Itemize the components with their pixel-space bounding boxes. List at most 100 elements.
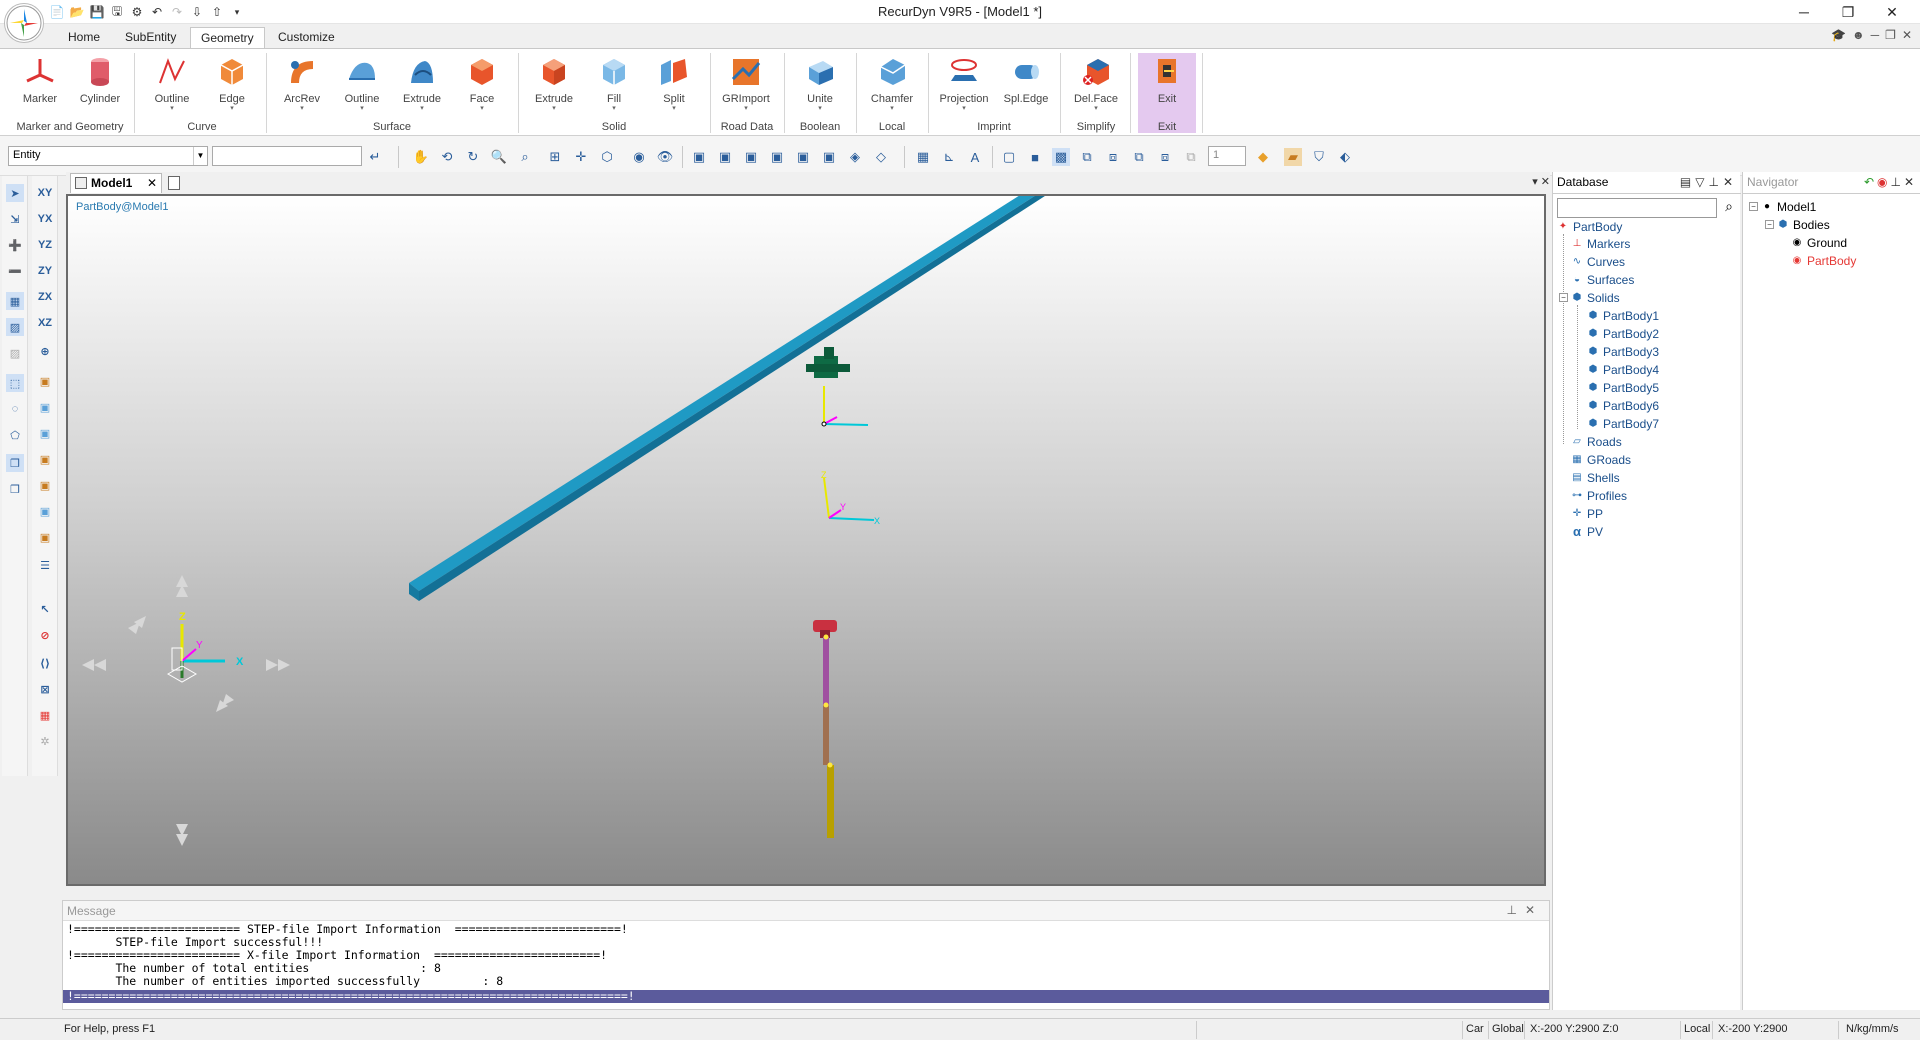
tree-item-markers[interactable]: ⊥ Markers: [1571, 235, 1631, 252]
view-xz-icon[interactable]: XZ: [36, 314, 54, 332]
measure-icon[interactable]: ⊾: [940, 148, 958, 166]
tree-item-partbody2[interactable]: ⬢ PartBody2: [1587, 325, 1659, 342]
database-search-input[interactable]: [1557, 198, 1717, 218]
search-icon[interactable]: ⌕: [1719, 198, 1739, 218]
tab-subentity[interactable]: SubEntity: [115, 27, 186, 48]
view-yz-icon[interactable]: YZ: [36, 236, 54, 254]
ribbon-close-icon[interactable]: ✕: [1902, 28, 1912, 42]
pick-delete-icon[interactable]: ⊘: [36, 626, 54, 644]
solids-collapse-toggle[interactable]: −: [1559, 293, 1568, 302]
view-right-icon[interactable]: ▣: [768, 148, 786, 166]
tab-home[interactable]: Home: [58, 27, 110, 48]
page-number-spinner[interactable]: 1: [1208, 146, 1246, 166]
polygon-select-icon[interactable]: ⬠: [6, 426, 24, 444]
hidden-line-icon[interactable]: ⧉: [1078, 148, 1096, 166]
zoom-icon[interactable]: 🔍: [490, 148, 508, 166]
tree-item-partbody6[interactable]: ⬢ PartBody6: [1587, 397, 1659, 414]
nav-item-partbody[interactable]: ◉ PartBody: [1791, 252, 1857, 269]
chamfer-button[interactable]: Chamfer ▾: [866, 55, 918, 127]
fill-button[interactable]: Fill ▾: [588, 55, 640, 127]
arcrev-button[interactable]: ArcRev ▾: [276, 55, 328, 127]
fit-all-icon[interactable]: ⊞: [546, 148, 564, 166]
text-label-icon[interactable]: A: [966, 148, 984, 166]
beam-body[interactable]: [409, 196, 1048, 601]
tree-item-groads[interactable]: ▦ GRoads: [1571, 451, 1631, 468]
shield-view-icon[interactable]: ⛉: [1310, 148, 1328, 166]
view-front-icon[interactable]: ▣: [690, 148, 708, 166]
restore-button[interactable]: ❐: [1826, 0, 1870, 24]
new-document-icon[interactable]: [168, 176, 180, 190]
bracket-body[interactable]: [806, 347, 850, 378]
select-pointer-icon[interactable]: ➤: [6, 184, 24, 202]
close-window-button[interactable]: ✕: [1870, 0, 1914, 24]
view-yx-icon[interactable]: YX: [36, 210, 54, 228]
view-nav-arrows[interactable]: [82, 575, 290, 846]
ribbon-minimize-icon[interactable]: ─: [1871, 28, 1880, 42]
clip-plane-icon[interactable]: ⬖: [1336, 148, 1354, 166]
box-left-icon[interactable]: ▣: [36, 424, 54, 442]
view-origin-icon[interactable]: ⊕: [36, 342, 54, 360]
material-icon[interactable]: ▰: [1284, 148, 1302, 166]
shaded-icon[interactable]: ■: [1026, 148, 1044, 166]
view-bottom-icon[interactable]: ▣: [820, 148, 838, 166]
document-tab-controls[interactable]: ▾ ✕: [1532, 175, 1550, 188]
layers-select-icon[interactable]: ❐: [6, 454, 24, 472]
tree-item-profiles[interactable]: ⊶ Profiles: [1571, 487, 1627, 504]
view-left-icon[interactable]: ▣: [742, 148, 760, 166]
tree-item-partbody3[interactable]: ⬢ PartBody3: [1587, 343, 1659, 360]
graduation-cap-icon[interactable]: 🎓: [1831, 28, 1846, 42]
grimport-button[interactable]: GRImport ▾: [720, 55, 772, 127]
render-mode-icon[interactable]: ◉: [630, 148, 648, 166]
tree-item-partbody7[interactable]: ⬢ PartBody7: [1587, 415, 1659, 432]
document-tab-model1[interactable]: Model1 ✕: [70, 173, 162, 193]
tree-item-shells[interactable]: ▤ Shells: [1571, 469, 1619, 486]
settings-gear-icon[interactable]: ✲: [36, 732, 54, 750]
tree-item-partbody1[interactable]: ⬢ PartBody1: [1587, 307, 1659, 324]
new-file-icon[interactable]: 📄: [48, 3, 66, 21]
zoom-window-icon[interactable]: ⌕: [516, 148, 534, 166]
tree-item-curves[interactable]: ∿ Curves: [1571, 253, 1625, 270]
tree-item-roads[interactable]: ▱ Roads: [1571, 433, 1622, 450]
tree-item-partbody4[interactable]: ⬢ PartBody4: [1587, 361, 1659, 378]
surface-outline-button[interactable]: Outline ▾: [336, 55, 388, 127]
tools-icon[interactable]: ⚙: [128, 3, 146, 21]
curve-outline-button[interactable]: Outline ▾: [146, 55, 198, 127]
nav-item-ground[interactable]: ◉ Ground: [1791, 234, 1847, 251]
transparency-icon[interactable]: ⧈: [1104, 148, 1122, 166]
del-face-button[interactable]: Del.Face ▾: [1070, 55, 1122, 127]
fit-brackets-icon[interactable]: ⟨⟩: [36, 654, 54, 672]
grid-icon[interactable]: ▦: [914, 148, 932, 166]
solid-extrude-button[interactable]: Extrude ▾: [528, 55, 580, 127]
tab-customize[interactable]: Customize: [268, 27, 345, 48]
rotate-icon[interactable]: ⟲: [438, 148, 456, 166]
enter-icon[interactable]: ↵: [366, 148, 384, 166]
wireframe-icon[interactable]: ▢: [1000, 148, 1018, 166]
undo-icon[interactable]: ↶: [148, 3, 166, 21]
select-body-icon[interactable]: ▨: [6, 318, 24, 336]
bodies-collapse-toggle[interactable]: −: [1765, 220, 1774, 229]
projection-button[interactable]: Projection ▾: [938, 55, 990, 127]
nav-item-bodies[interactable]: ⬢ Bodies: [1777, 216, 1830, 233]
edge-button[interactable]: Edge ▾: [206, 55, 258, 127]
box-right-icon[interactable]: ▣: [36, 450, 54, 468]
tree-item-surfaces[interactable]: ◒ Surfaces: [1571, 271, 1634, 288]
minimize-button[interactable]: ─: [1782, 0, 1826, 24]
shaded-edges-icon[interactable]: ▩: [1052, 148, 1070, 166]
redo-icon[interactable]: ↷: [168, 3, 186, 21]
tree-root-partbody[interactable]: ✦ PartBody: [1557, 218, 1623, 235]
view-list-icon[interactable]: ☰: [36, 556, 54, 574]
entity-filter-select[interactable]: Entity ▼: [8, 146, 208, 166]
select-edge-icon[interactable]: ▨: [6, 344, 24, 362]
model1-collapse-toggle[interactable]: −: [1749, 202, 1758, 211]
view-iso-icon[interactable]: ⬡: [598, 148, 616, 166]
tree-item-pv[interactable]: α PV: [1571, 523, 1603, 540]
split-button[interactable]: Split ▾: [648, 55, 700, 127]
select-remove-icon[interactable]: ➖: [6, 262, 24, 280]
section-icon[interactable]: ⧉: [1130, 148, 1148, 166]
view-xy-icon[interactable]: XY: [36, 184, 54, 202]
view-zx-icon[interactable]: ZX: [36, 288, 54, 306]
cylinder-button[interactable]: Cylinder: [74, 55, 126, 127]
color-map-icon[interactable]: ▦: [36, 706, 54, 724]
3d-viewport[interactable]: PartBody@Model1 Z X Y Z X Y: [66, 194, 1546, 886]
view-iso-cube-icon[interactable]: ◈: [846, 148, 864, 166]
